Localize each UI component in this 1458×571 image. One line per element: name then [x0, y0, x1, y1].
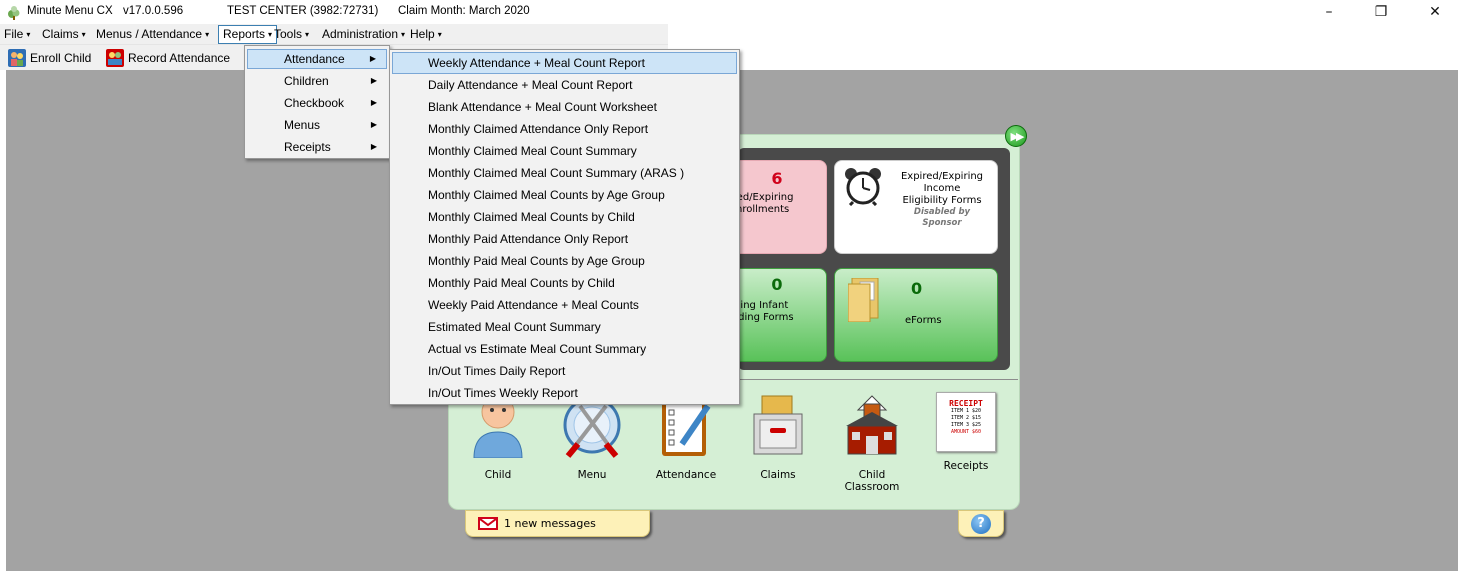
expiring-enrollments-tile[interactable]: 6 ired/Expiring nrollments: [727, 160, 827, 254]
receipt-icon: RECEIPT ITEM 1 $20 ITEM 2 $15 ITEM 3 $25…: [936, 392, 996, 452]
claims-label: Claims: [760, 469, 796, 481]
file-drawer-icon: [753, 395, 803, 455]
report-weekly-attendance-meal-count[interactable]: Weekly Attendance + Meal Count Report: [392, 52, 737, 74]
schoolhouse-icon: [846, 395, 898, 455]
submenu-attendance[interactable]: Attendance ▶: [247, 49, 387, 69]
report-monthly-claimed-by-age-group[interactable]: Monthly Claimed Meal Counts by Age Group: [392, 184, 737, 206]
messages-button[interactable]: 1 new messages: [465, 510, 650, 537]
report-weekly-paid-attendance[interactable]: Weekly Paid Attendance + Meal Counts: [392, 294, 737, 316]
infant-feeding-count: 0: [771, 275, 783, 294]
report-monthly-claimed-attendance[interactable]: Monthly Claimed Attendance Only Report: [392, 118, 737, 140]
infant-feeding-label-2: eding Forms: [732, 312, 794, 323]
report-blank-attendance-worksheet[interactable]: Blank Attendance + Meal Count Worksheet: [392, 96, 737, 118]
report-monthly-claimed-by-child[interactable]: Monthly Claimed Meal Counts by Child: [392, 206, 737, 228]
submenu-arrow-icon: ▶: [370, 76, 377, 85]
app-logo-icon: [8, 6, 20, 20]
report-monthly-claimed-meal-summary[interactable]: Monthly Claimed Meal Count Summary: [392, 140, 737, 162]
child-classroom-dock-button[interactable]: Child Classroom: [836, 392, 908, 493]
child-classroom-label: Child Classroom: [844, 469, 900, 493]
menu-help[interactable]: Help ▾: [406, 25, 446, 44]
submenu-arrow-icon: ▶: [369, 54, 376, 63]
report-estimated-meal-summary[interactable]: Estimated Meal Count Summary: [392, 316, 737, 338]
alarm-clock-icon: [845, 168, 881, 206]
menu-reports[interactable]: Reports ▾: [218, 25, 278, 44]
report-actual-vs-estimate[interactable]: Actual vs Estimate Meal Count Summary: [392, 338, 737, 360]
income-eligibility-sub-2: Sponsor: [922, 218, 962, 228]
menu-label: Menu: [577, 469, 607, 481]
menu-dock-button[interactable]: Menu: [556, 392, 628, 481]
attendance-label: Attendance: [655, 469, 717, 481]
menu-bar-empty: [668, 24, 1458, 45]
enroll-child-button[interactable]: Enroll Child: [8, 48, 91, 68]
folder-icon: [848, 278, 879, 322]
enroll-child-icon: [8, 49, 26, 67]
report-monthly-claimed-meal-summary-aras[interactable]: Monthly Claimed Meal Count Summary (ARAS…: [392, 162, 737, 184]
report-monthly-paid-by-age-group[interactable]: Monthly Paid Meal Counts by Age Group: [392, 250, 737, 272]
help-icon: ?: [971, 513, 991, 534]
eforms-count: 0: [911, 279, 923, 298]
receipts-label: Receipts: [943, 460, 989, 472]
attendance-reports-menu: Weekly Attendance + Meal Count Report Da…: [389, 49, 740, 405]
menu-bar: File ▾ Claims ▾ Menus / Attendance ▾ Report…: [0, 24, 668, 45]
app-name: Minute Menu CX: [27, 5, 113, 17]
title-bar: Minute Menu CX v17.0.0.596 TEST CENTER (…: [0, 0, 1458, 24]
income-eligibility-line-1: Expired/Expiring: [900, 171, 984, 182]
reports-submenu: Attendance ▶ Children ▶ Checkbook ▶ Menus ▶ …: [244, 45, 390, 159]
expiring-enrollments-count: 6: [771, 169, 783, 188]
submenu-arrow-icon: ▶: [370, 142, 377, 151]
income-eligibility-line-2: Income: [923, 183, 961, 194]
report-monthly-paid-by-child[interactable]: Monthly Paid Meal Counts by Child: [392, 272, 737, 294]
expiring-enrollments-label-2: nrollments: [736, 204, 790, 215]
restore-button[interactable]: ❐: [1358, 0, 1404, 24]
claim-month: Claim Month: March 2020: [398, 5, 530, 17]
submenu-receipts[interactable]: Receipts ▶: [247, 137, 387, 157]
income-eligibility-sub-1: Disabled by: [913, 207, 971, 217]
submenu-arrow-icon: ▶: [370, 98, 377, 107]
center-name: TEST CENTER (3982:72731): [227, 5, 379, 17]
toolbar-empty: [668, 45, 1458, 70]
report-daily-attendance-meal-count[interactable]: Daily Attendance + Meal Count Report: [392, 74, 737, 96]
submenu-children[interactable]: Children ▶: [247, 71, 387, 91]
submenu-checkbook[interactable]: Checkbook ▶: [247, 93, 387, 113]
report-monthly-paid-attendance[interactable]: Monthly Paid Attendance Only Report: [392, 228, 737, 250]
menu-menus-attendance[interactable]: Menus / Attendance ▾: [92, 25, 213, 44]
child-label: Child: [484, 469, 512, 481]
close-button[interactable]: ✕: [1412, 0, 1458, 24]
help-button[interactable]: ?: [958, 510, 1004, 537]
record-attendance-button[interactable]: Record Attendance: [106, 48, 230, 68]
child-dock-button[interactable]: Child: [462, 392, 534, 481]
menu-claims[interactable]: Claims ▾: [38, 25, 90, 44]
income-eligibility-line-3: Eligibility Forms: [902, 195, 982, 206]
expiring-enrollments-label-1: ired/Expiring: [730, 192, 794, 203]
menu-administration[interactable]: Administration ▾: [318, 25, 409, 44]
menu-tools[interactable]: Tools ▾: [270, 25, 313, 44]
infant-feeding-tile[interactable]: 0 ssing Infant eding Forms: [727, 268, 827, 362]
expand-forward-icon[interactable]: ▶▶: [1005, 125, 1027, 147]
menu-file[interactable]: File ▾: [0, 25, 34, 44]
claims-dock-button[interactable]: Claims: [742, 392, 814, 481]
messages-label: 1 new messages: [504, 517, 596, 530]
eforms-label: eForms: [905, 315, 942, 326]
submenu-arrow-icon: ▶: [370, 120, 377, 129]
mail-icon: [478, 517, 498, 530]
report-inout-daily[interactable]: In/Out Times Daily Report: [392, 360, 737, 382]
minimize-button[interactable]: –: [1306, 0, 1352, 24]
submenu-menus[interactable]: Menus ▶: [247, 115, 387, 135]
attendance-dock-button[interactable]: Attendance: [650, 392, 722, 481]
infant-feeding-label-1: ssing Infant: [730, 300, 789, 311]
report-inout-weekly[interactable]: In/Out Times Weekly Report: [392, 382, 737, 404]
receipts-dock-button[interactable]: RECEIPT ITEM 1 $20 ITEM 2 $15 ITEM 3 $25…: [930, 392, 1002, 472]
app-version: v17.0.0.596: [123, 5, 184, 17]
record-attendance-icon: [106, 49, 124, 67]
